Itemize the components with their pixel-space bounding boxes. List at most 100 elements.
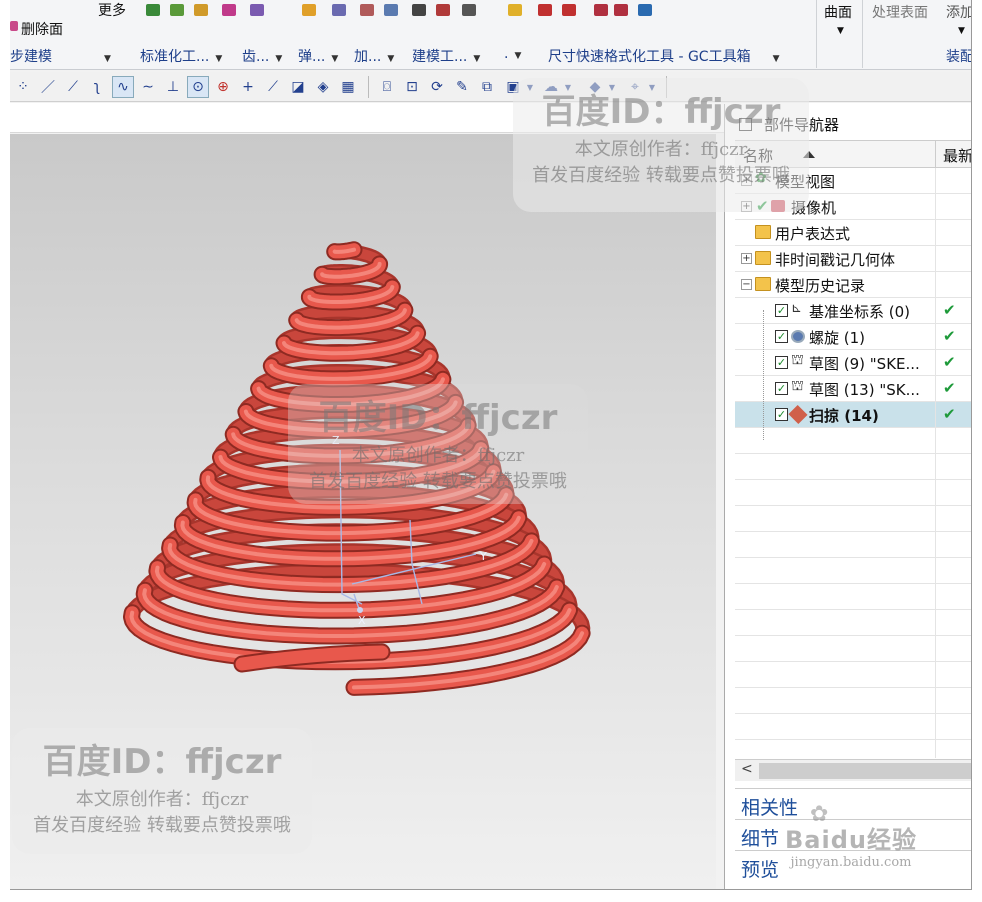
column-name[interactable]: 名称 [743,145,773,166]
feature3-icon[interactable] [194,4,208,16]
tree-row-cameras[interactable]: + ✔ 摄像机 [735,194,971,220]
tree-row-empty [735,480,971,506]
visibility-checkbox[interactable]: ✓ [775,382,788,395]
tree-row-sweep[interactable]: ✓ 扫掠 (14) ✔ [735,402,971,428]
navigator-hscrollbar[interactable]: < [735,759,971,781]
sketch-icon: ⛫ [791,352,804,368]
midpoint-icon[interactable]: ∿ [112,76,134,98]
pin-icon[interactable] [739,117,752,131]
point-icon[interactable]: + [237,76,259,98]
gc-icon[interactable] [508,4,522,16]
quadrant-icon[interactable]: ⊕ [212,76,234,98]
dim4-icon[interactable] [614,4,628,16]
tool-icon[interactable] [360,4,374,16]
expand-icon[interactable]: + [741,201,752,212]
tree-row-unused-geometry[interactable]: + 非时间戳记几何体 [735,246,971,272]
tolerance-icon[interactable] [462,4,476,16]
pan-icon[interactable]: ✎ [451,76,473,98]
view-dropdown-icon[interactable]: ▼ [524,76,536,98]
tool2-icon[interactable] [384,4,398,16]
rotate-icon[interactable]: ⟳ [426,76,448,98]
visibility-checkbox[interactable]: ✓ [775,408,788,421]
tree-row-model-history[interactable]: − 模型历史记录 [735,272,971,298]
snap-all-icon[interactable]: ⁘ [12,76,34,98]
visibility-checkbox[interactable]: ✓ [775,330,788,343]
group-gc-toolbox[interactable]: 尺寸快速格式化工具 - GC工具箱 ▼ [548,46,780,66]
group-sync-modeling[interactable]: 步建模 ▼ [10,46,111,66]
delete-face-button[interactable]: 删除面 [21,19,63,39]
view-orient-icon[interactable]: ▣ [502,76,524,98]
scroll-thumb[interactable] [759,763,971,779]
line-icon[interactable]: ／ [37,76,59,98]
perspective-icon[interactable]: ⧉ [476,76,498,98]
scroll-left-icon[interactable]: < [741,761,753,777]
feature2-icon[interactable] [170,4,184,16]
table-icon[interactable] [222,4,236,16]
dim2-icon[interactable] [562,4,576,16]
tree-row-sketch-9[interactable]: ✓ ⛫ 草图 (9) "SKE... ✔ [735,350,971,376]
panel-details[interactable]: 细节 [735,819,971,850]
expand-icon[interactable]: + [741,253,752,264]
curve-icon[interactable]: ʅ [86,76,108,98]
sort-ascending-icon[interactable] [803,151,815,158]
up-to-date-check-icon: ✔ [943,379,956,397]
note-icon[interactable] [412,4,426,16]
spring-tool-icon[interactable] [302,4,316,16]
zoom-icon[interactable]: ⊡ [401,76,423,98]
render-dropdown-icon[interactable]: ▼ [562,76,574,98]
tree-row-helix[interactable]: ✓ 螺旋 (1) ✔ [735,324,971,350]
intersection-icon[interactable]: ⊥ [162,76,184,98]
group-dot[interactable]: . ▼ [504,46,521,66]
on-curve-icon[interactable]: ⟋ [262,76,284,98]
note2-icon[interactable] [436,4,450,16]
arc-center-icon[interactable]: ⊙ [187,76,209,98]
tree-row-sketch-13[interactable]: ✓ ⛫ 草图 (13) "SK... ✔ [735,376,971,402]
section-dropdown-icon[interactable]: ▼ [646,76,658,98]
surface-dropdown-icon[interactable]: ▼ [837,26,844,36]
process-face-button[interactable]: 处理表面 [872,2,928,22]
dim3-icon[interactable] [594,4,608,16]
column-latest[interactable]: 最新 [935,141,971,167]
feature-icon[interactable] [146,4,160,16]
tree-row-label: 扫掠 (14) [809,407,879,425]
panel-dependencies[interactable]: 相关性 [735,788,971,819]
render-style-icon[interactable]: ☁ [540,76,562,98]
tree-row-datum-csys[interactable]: ✓ ⊾ 基准坐标系 (0) ✔ [735,298,971,324]
panel-preview[interactable]: 预览 [735,850,971,889]
group-machining[interactable]: 加... ▼ [354,46,394,66]
tree-row-label: 草图 (9) "SKE... [809,355,920,373]
undo-icon[interactable] [638,4,652,16]
sketch-icon: ⛫ [791,378,804,394]
group-spring[interactable]: 弹... ▼ [298,46,338,66]
tree-row-model-views[interactable]: + ✿ 模型视图 [735,168,971,194]
surface-button[interactable]: 曲面 [824,2,852,22]
cube-view-icon[interactable]: ◆ [584,76,606,98]
face-icon[interactable]: ◪ [287,76,309,98]
grid-icon[interactable] [250,4,264,16]
body-icon[interactable]: ◈ [312,76,334,98]
tree-row-user-expressions[interactable]: 用户表达式 [735,220,971,246]
grid-select-icon[interactable]: ▦ [337,76,359,98]
add-button[interactable]: 添加 [946,2,971,22]
ribbon-groups: 步建模 ▼ 标准化工... ▼ 齿... ▼ 弹... ▼ 加... ▼ 建模工... ▼ … [10,44,971,68]
dim-icon[interactable] [538,4,552,16]
graphics-viewport[interactable]: Z X Y [10,134,716,890]
group-standard[interactable]: 标准化工... ▼ [140,46,222,66]
add-dropdown-icon[interactable]: ▼ [958,26,965,36]
expand-icon[interactable]: + [741,175,752,186]
endpoint-icon[interactable]: ⟋ [62,76,84,98]
cube-dropdown-icon[interactable]: ▼ [606,76,618,98]
collapse-icon[interactable]: − [741,279,752,290]
spline-icon[interactable]: ∼ [137,76,159,98]
spring-model[interactable]: Z X Y [10,134,716,890]
group-gear[interactable]: 齿... ▼ [242,46,282,66]
folder-icon [755,225,771,239]
section-icon[interactable]: ⌖ [624,76,646,98]
visibility-checkbox[interactable]: ✓ [775,304,788,317]
group-assembly[interactable]: 装配 [946,46,971,66]
more-button[interactable]: 更多 [98,0,126,20]
visibility-checkbox[interactable]: ✓ [775,356,788,369]
fit-view-icon[interactable]: ⌼ [376,76,398,98]
group-modeling-tools[interactable]: 建模工... ▼ [412,46,480,66]
drill-icon[interactable] [332,4,346,16]
